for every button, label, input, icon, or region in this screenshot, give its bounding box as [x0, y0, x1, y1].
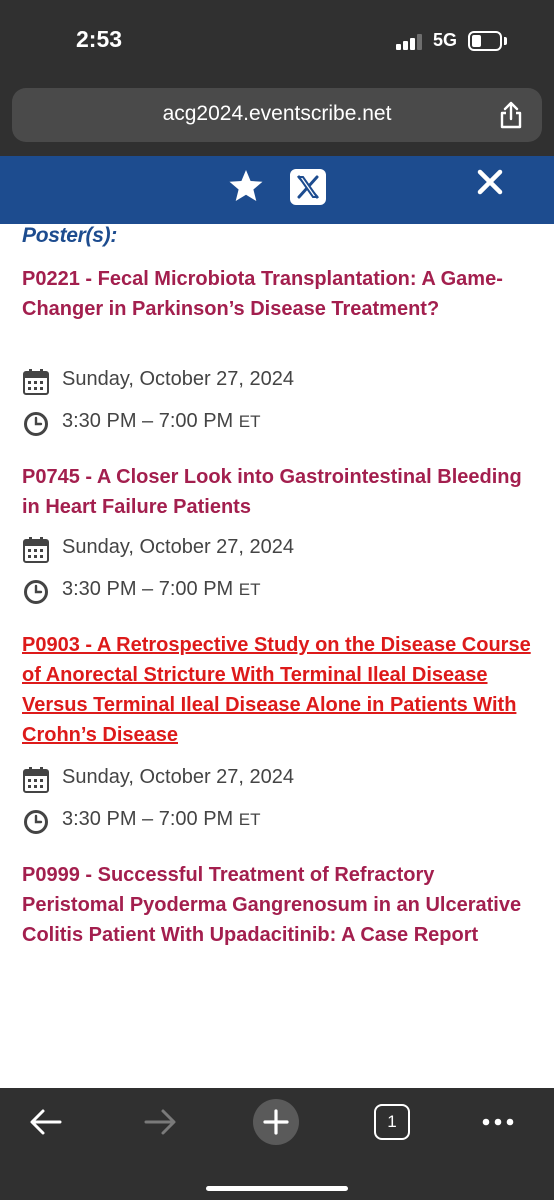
poster-time-row: 3:30 PM – 7:00 PM ET: [22, 408, 422, 440]
tab-count: 1: [387, 1112, 397, 1131]
x-logo-icon[interactable]: [290, 169, 326, 205]
poster-time-row: 3:30 PM – 7:00 PM ET: [22, 806, 422, 838]
star-icon[interactable]: [228, 168, 264, 204]
poster-title-link[interactable]: P0745 - A Closer Look into Gastrointesti…: [22, 462, 532, 522]
poster-date-row: Sunday, October 27, 2024: [22, 764, 422, 796]
site-header: [0, 156, 554, 224]
poster-timezone: ET: [238, 580, 261, 599]
calendar-icon: [23, 767, 49, 793]
share-icon[interactable]: [496, 100, 526, 130]
status-bar: 2:53 5G: [0, 0, 554, 80]
browser-toolbar: 1: [0, 1088, 554, 1200]
poster-list: Poster(s): P0221 - Fecal Microbiota Tran…: [0, 224, 554, 1088]
poster-timezone: ET: [238, 412, 261, 431]
clock-icon: [24, 810, 48, 834]
more-icon[interactable]: [478, 1102, 518, 1142]
close-icon[interactable]: [476, 168, 504, 196]
new-tab-icon[interactable]: [252, 1098, 300, 1146]
poster-timezone: ET: [238, 810, 261, 829]
poster-date: Sunday, October 27, 2024: [62, 766, 295, 788]
poster-date: Sunday, October 27, 2024: [62, 536, 295, 558]
poster-time-row: 3:30 PM – 7:00 PM ET: [22, 576, 422, 608]
network-type: 5G: [433, 30, 458, 50]
poster-title-link[interactable]: P0221 - Fecal Microbiota Transplantation…: [22, 264, 532, 324]
tab-switcher-icon[interactable]: 1: [374, 1104, 410, 1140]
poster-date-row: Sunday, October 27, 2024: [22, 534, 422, 566]
status-time: 2:53: [76, 26, 123, 52]
browser-top-chrome: 2:53 5G acg2024.eventscribe.net: [0, 0, 554, 156]
clock-icon: [24, 412, 48, 436]
calendar-icon: [23, 369, 49, 395]
poster-time: 3:30 PM – 7:00 PM: [62, 578, 234, 600]
poster-date: Sunday, October 27, 2024: [62, 368, 295, 390]
poster-time: 3:30 PM – 7:00 PM: [62, 410, 234, 432]
back-arrow-icon[interactable]: [26, 1102, 66, 1142]
calendar-icon: [23, 537, 49, 563]
poster-date-row: Sunday, October 27, 2024: [22, 366, 422, 398]
poster-title-link-active[interactable]: P0903 - A Retrospective Study on the Dis…: [22, 630, 532, 750]
poster-title-link[interactable]: P0999 - Successful Treatment of Refracto…: [22, 860, 532, 950]
home-indicator: [206, 1186, 348, 1191]
url-text[interactable]: acg2024.eventscribe.net: [12, 102, 542, 126]
battery-icon: [468, 31, 502, 51]
section-heading: Poster(s):: [22, 224, 118, 247]
poster-time: 3:30 PM – 7:00 PM: [62, 808, 234, 830]
signal-strength-icon: [396, 34, 426, 50]
address-bar[interactable]: acg2024.eventscribe.net: [12, 88, 542, 142]
forward-arrow-icon[interactable]: [140, 1102, 180, 1142]
clock-icon: [24, 580, 48, 604]
